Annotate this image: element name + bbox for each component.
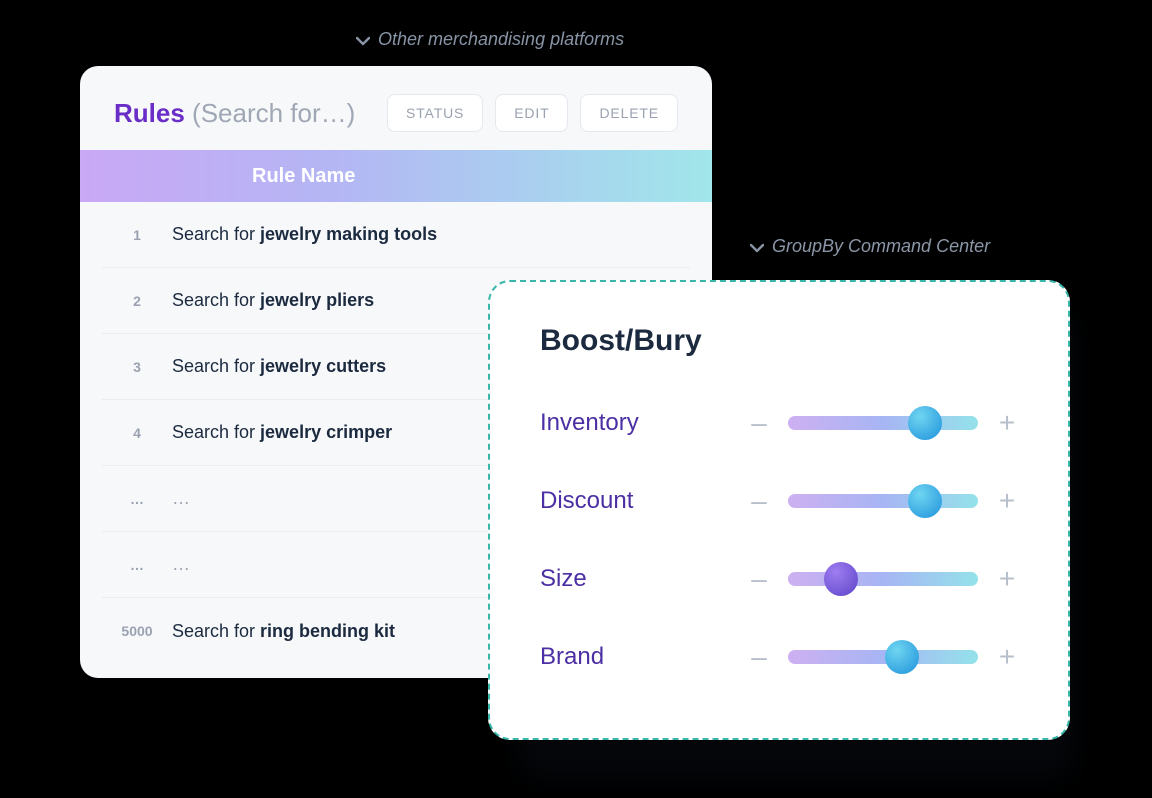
rules-header: Rules (Search for…) STATUS EDIT DELETE bbox=[80, 66, 712, 150]
slider-track[interactable] bbox=[788, 572, 978, 586]
minus-button[interactable]: – bbox=[748, 407, 770, 439]
caption-groupby-text: GroupBy Command Center bbox=[772, 236, 990, 257]
slider-label: Discount bbox=[540, 487, 690, 515]
slider-thumb[interactable] bbox=[824, 562, 858, 596]
slider-label: Size bbox=[540, 565, 690, 593]
column-rule-name: Rule Name bbox=[252, 165, 355, 188]
row-term: jewelry pliers bbox=[260, 290, 374, 310]
row-number: 3 bbox=[102, 359, 172, 375]
slider-track[interactable] bbox=[788, 416, 978, 430]
row-prefix: Search for bbox=[172, 422, 260, 442]
caption-groupby: GroupBy Command Center bbox=[750, 236, 990, 257]
slider-controls: –+ bbox=[748, 641, 1018, 673]
delete-button[interactable]: DELETE bbox=[580, 94, 678, 132]
boost-bury-card: Boost/Bury Inventory–+Discount–+Size–+Br… bbox=[488, 280, 1070, 740]
row-number: 4 bbox=[102, 425, 172, 441]
plus-button[interactable]: + bbox=[996, 563, 1018, 595]
rules-buttons: STATUS EDIT DELETE bbox=[387, 94, 678, 132]
row-text: Search for jewelry pliers bbox=[172, 290, 374, 311]
row-number: 1 bbox=[102, 227, 172, 243]
row-term: jewelry cutters bbox=[260, 356, 386, 376]
slider-thumb[interactable] bbox=[885, 640, 919, 674]
row-term: ring bending kit bbox=[260, 621, 395, 641]
slider-label: Brand bbox=[540, 643, 690, 671]
row-number: 5000 bbox=[102, 623, 172, 639]
status-button[interactable]: STATUS bbox=[387, 94, 483, 132]
slider-controls: –+ bbox=[748, 407, 1018, 439]
slider-thumb[interactable] bbox=[908, 484, 942, 518]
row-term: jewelry crimper bbox=[260, 422, 392, 442]
slider-thumb[interactable] bbox=[908, 406, 942, 440]
slider-row-size: Size–+ bbox=[540, 540, 1018, 618]
row-prefix: Search for bbox=[172, 621, 260, 641]
slider-controls: –+ bbox=[748, 485, 1018, 517]
rules-title-paren: (Search for…) bbox=[192, 98, 355, 128]
rules-column-header: Rule Name bbox=[80, 150, 712, 202]
slider-track[interactable] bbox=[788, 494, 978, 508]
row-text: Search for jewelry cutters bbox=[172, 356, 386, 377]
row-prefix: Search for bbox=[172, 224, 260, 244]
row-ellipsis: … bbox=[172, 488, 190, 508]
row-text: Search for ring bending kit bbox=[172, 621, 395, 642]
minus-button[interactable]: – bbox=[748, 641, 770, 673]
row-text: Search for jewelry crimper bbox=[172, 422, 392, 443]
minus-button[interactable]: – bbox=[748, 485, 770, 517]
minus-button[interactable]: – bbox=[748, 563, 770, 595]
row-prefix: Search for bbox=[172, 290, 260, 310]
row-number: 2 bbox=[102, 293, 172, 309]
plus-button[interactable]: + bbox=[996, 407, 1018, 439]
caption-other-platforms: Other merchandising platforms bbox=[356, 29, 624, 50]
caption-other-text: Other merchandising platforms bbox=[378, 29, 624, 50]
slider-controls: –+ bbox=[748, 563, 1018, 595]
row-prefix: Search for bbox=[172, 356, 260, 376]
slider-track[interactable] bbox=[788, 650, 978, 664]
table-row[interactable]: 1Search for jewelry making tools bbox=[102, 202, 690, 268]
slider-row-inventory: Inventory–+ bbox=[540, 384, 1018, 462]
chevron-down-icon bbox=[750, 243, 764, 253]
row-ellipsis: … bbox=[172, 554, 190, 574]
plus-button[interactable]: + bbox=[996, 485, 1018, 517]
row-text: … bbox=[172, 488, 190, 509]
chevron-down-icon bbox=[356, 36, 370, 46]
edit-button[interactable]: EDIT bbox=[495, 94, 568, 132]
slider-row-discount: Discount–+ bbox=[540, 462, 1018, 540]
boost-bury-title: Boost/Bury bbox=[540, 324, 1018, 358]
slider-label: Inventory bbox=[540, 409, 690, 437]
row-text: … bbox=[172, 554, 190, 575]
row-number: … bbox=[102, 491, 172, 507]
rules-title-strong: Rules bbox=[114, 98, 185, 128]
row-number: … bbox=[102, 557, 172, 573]
row-text: Search for jewelry making tools bbox=[172, 224, 437, 245]
slider-list: Inventory–+Discount–+Size–+Brand–+ bbox=[540, 384, 1018, 696]
rules-title: Rules (Search for…) bbox=[114, 98, 355, 129]
slider-row-brand: Brand–+ bbox=[540, 618, 1018, 696]
row-term: jewelry making tools bbox=[260, 224, 437, 244]
plus-button[interactable]: + bbox=[996, 641, 1018, 673]
